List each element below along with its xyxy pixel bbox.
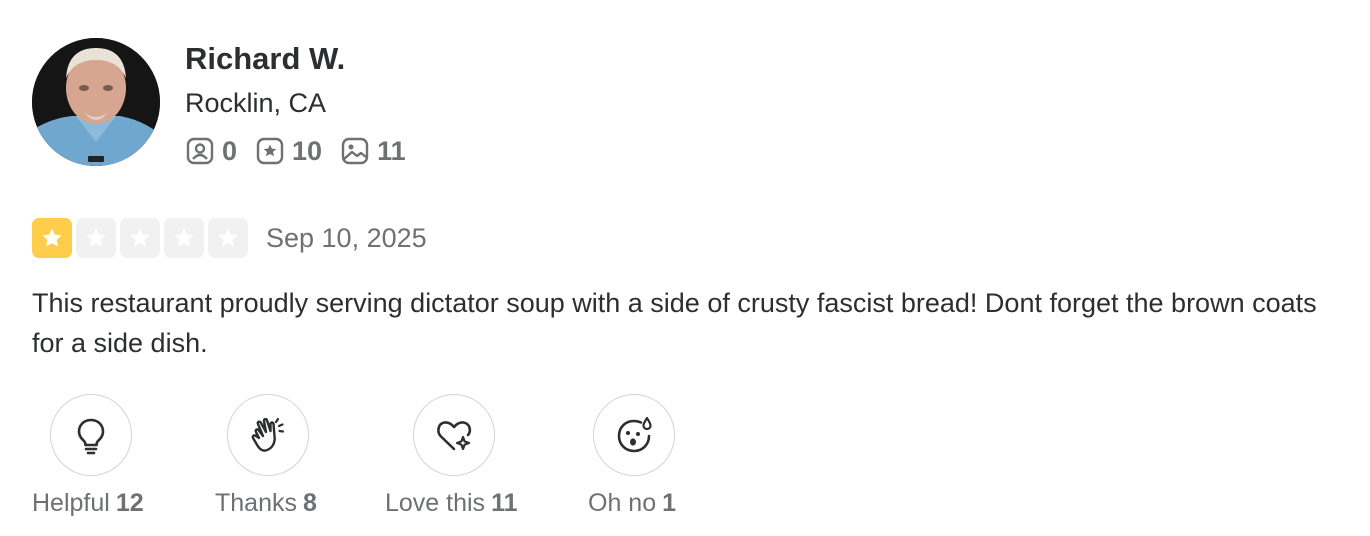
reviews-icon (256, 137, 284, 165)
thanks-label: Thanks 8 (215, 486, 317, 520)
friends-stat: 0 (185, 134, 237, 168)
user-stats: 0 10 11 (185, 134, 424, 168)
helpful-count: 12 (115, 489, 144, 517)
oh-no-count: 1 (662, 489, 677, 517)
friends-count: 0 (222, 136, 238, 166)
photos-icon (341, 137, 369, 165)
reviews-count: 10 (292, 136, 323, 166)
love-this-text: Love this (385, 489, 486, 517)
helpful-text: Helpful (32, 489, 110, 517)
helpful-button[interactable] (50, 394, 132, 476)
thanks-text: Thanks (215, 489, 297, 517)
love-this-button[interactable] (413, 394, 495, 476)
heart-sparkle-icon (437, 421, 472, 451)
shocked-face-icon (617, 416, 652, 453)
thanks-count: 8 (302, 489, 317, 517)
reviews-stat: 10 (255, 134, 322, 168)
oh-no-label: Oh no 1 (588, 486, 676, 520)
user-avatar[interactable] (32, 38, 160, 166)
review-date: Sep 10, 2025 (266, 223, 427, 253)
helpful-label: Helpful 12 (32, 486, 144, 520)
star-icon (208, 218, 248, 258)
star-icon (164, 218, 204, 258)
star-icon (32, 218, 72, 258)
thanks-button[interactable] (227, 394, 309, 476)
user-location: Rocklin, CA (185, 88, 327, 118)
star-icon (120, 218, 160, 258)
oh-no-text: Oh no (588, 489, 657, 517)
photos-stat: 11 (340, 134, 406, 168)
love-this-count: 11 (491, 489, 518, 517)
star-icon (76, 218, 116, 258)
avatar-photo (32, 38, 160, 166)
love-this-label: Love this 11 (385, 486, 518, 520)
lightbulb-icon (77, 418, 105, 455)
clapping-hands-icon (251, 417, 285, 452)
review-card: Richard W. Rocklin, CA 0 10 11 Sep 10, 2… (0, 0, 1370, 536)
star-rating (32, 218, 252, 258)
oh-no-button[interactable] (593, 394, 675, 476)
rating-row: Sep 10, 2025 (32, 218, 427, 258)
friends-icon (186, 137, 214, 165)
user-name[interactable]: Richard W. (185, 40, 345, 78)
photos-count: 11 (377, 136, 406, 166)
review-text: This restaurant proudly serving dictator… (32, 288, 1317, 358)
